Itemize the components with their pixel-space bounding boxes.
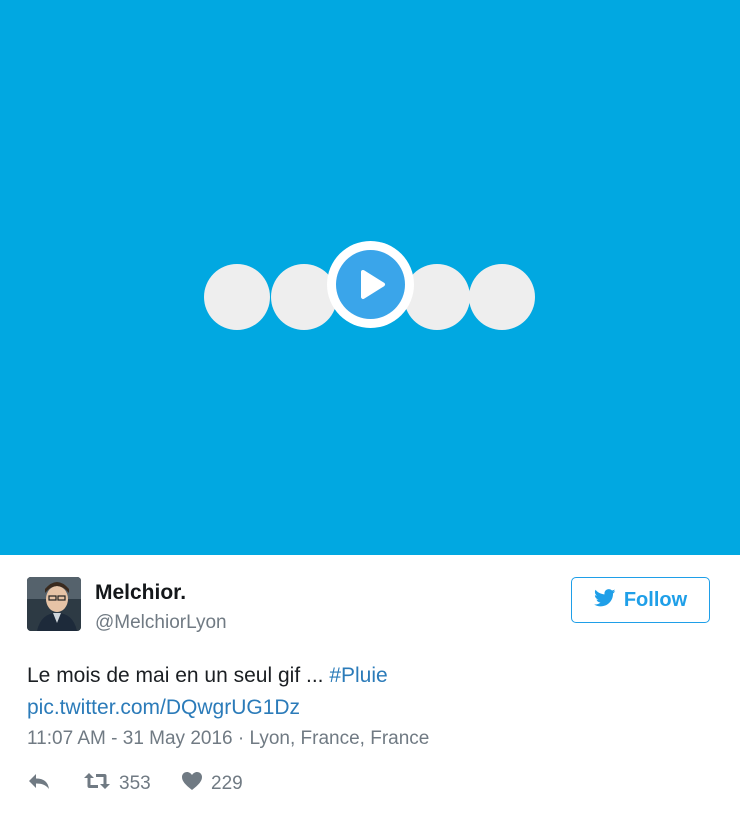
hashtag-link[interactable]: #Pluie: [329, 664, 387, 687]
tweet-card: Melchior. @MelchiorLyon Follow Le mois d…: [0, 555, 740, 819]
avatar[interactable]: [27, 577, 81, 631]
reply-button[interactable]: [27, 771, 51, 797]
loading-dot: [204, 264, 270, 330]
like-count: 229: [211, 773, 243, 794]
author-handle[interactable]: @MelchiorLyon: [95, 612, 227, 634]
twitter-bird-icon: [593, 588, 616, 612]
heart-icon: [181, 771, 203, 797]
play-icon: [336, 250, 405, 319]
retweet-count: 353: [119, 773, 151, 794]
follow-label: Follow: [623, 588, 688, 611]
like-button[interactable]: 229: [181, 771, 243, 797]
loading-dot: [469, 264, 535, 330]
author-name[interactable]: Melchior.: [95, 581, 186, 605]
loading-dot: [404, 264, 470, 330]
tweet-text: Le mois de mai en un seul gif ... #Pluie: [27, 660, 388, 692]
retweet-icon: [83, 771, 111, 797]
reply-icon: [27, 771, 51, 797]
gif-media[interactable]: [0, 0, 740, 555]
follow-button[interactable]: Follow: [571, 577, 710, 623]
tweet-text-main: Le mois de mai en un seul gif ...: [27, 664, 330, 687]
tweet-timestamp-location[interactable]: 11:07 AM - 31 May 2016 · Lyon, France, F…: [27, 728, 429, 750]
play-button[interactable]: [327, 241, 414, 328]
retweet-button[interactable]: 353: [83, 771, 151, 797]
tweet-actions: 353 229: [27, 771, 427, 797]
media-link[interactable]: pic.twitter.com/DQwgrUG1Dz: [27, 692, 300, 724]
